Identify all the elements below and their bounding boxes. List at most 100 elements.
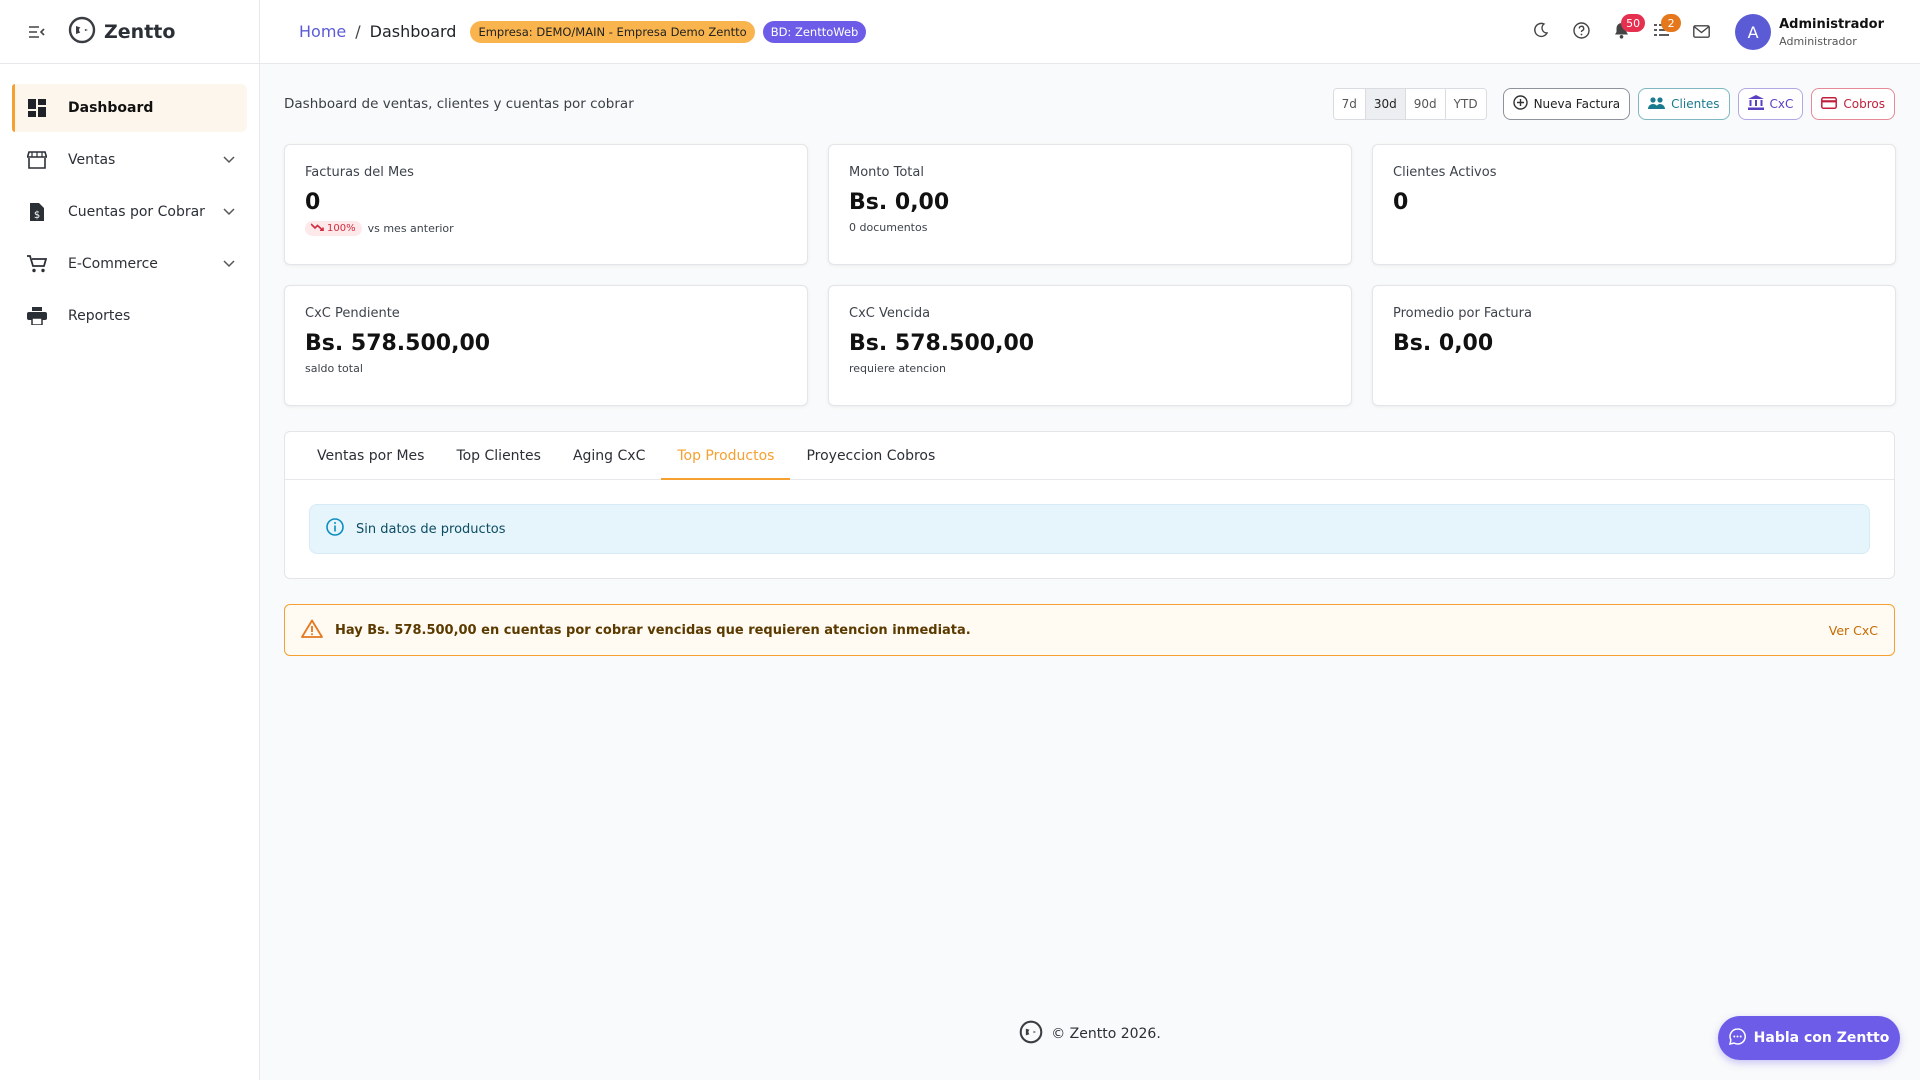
chevron-down-icon[interactable] [217, 252, 241, 276]
kpi-sub-label: 0 documentos [849, 221, 928, 234]
clients-label: Clientes [1671, 97, 1720, 111]
trending-down-icon [310, 223, 324, 234]
sidebar-item-dashboard[interactable]: Dashboard [12, 84, 247, 132]
sidebar-header: Zentto [0, 0, 259, 64]
kpi-value: Bs. 0,00 [1393, 331, 1494, 356]
top-header: Home / Dashboard Empresa: DEMO/MAIN - Em… [260, 0, 1920, 64]
kpi-value: Bs. 0,00 [849, 190, 950, 215]
breadcrumb: Home / Dashboard [299, 22, 456, 41]
zentto-logo-icon [68, 16, 96, 48]
footer-copyright: © Zentto 2026. [1051, 1026, 1161, 1042]
sidebar-item-label: Reportes [68, 308, 131, 324]
bank-icon [1747, 95, 1764, 113]
avatar: A [1735, 14, 1772, 50]
sidebar-item-label: Cuentas por Cobrar [68, 204, 205, 220]
kpi-label: Promedio por Factura [1393, 306, 1532, 321]
range-ytd-button[interactable]: YTD [1445, 89, 1486, 119]
app-logo[interactable]: Zentto [68, 16, 175, 48]
app-name: Zentto [104, 20, 176, 43]
kpi-subtext: 100% vs mes anterior [305, 221, 787, 236]
dashboard-toolbar: 7d 30d 90d YTD Nueva Factura Clientes Cx… [1332, 88, 1895, 120]
tab-ventas-por-mes[interactable]: Ventas por Mes [301, 432, 440, 479]
sidebar-item-ventas[interactable]: Ventas [12, 136, 247, 184]
company-chip[interactable]: Empresa: DEMO/MAIN - Empresa Demo Zentto [470, 20, 755, 43]
tasks-button[interactable]: 2 [1641, 12, 1682, 52]
kpi-value: Bs. 578.500,00 [305, 331, 491, 356]
sidebar-item-e-commerce[interactable]: E-Commerce [12, 240, 247, 288]
cxc-button[interactable]: CxC [1737, 88, 1804, 120]
menu-collapse-icon[interactable] [26, 21, 48, 43]
main-content: Dashboard de ventas, clientes y cuentas … [284, 64, 1896, 656]
range-7d-button[interactable]: 7d [1333, 89, 1366, 119]
mail-icon [1692, 23, 1710, 42]
collections-button[interactable]: Cobros [1811, 88, 1895, 120]
tab-aging-cxc[interactable]: Aging CxC [557, 432, 661, 479]
new-invoice-label: Nueva Factura [1533, 97, 1621, 111]
moon-icon [1533, 22, 1549, 42]
receipt-dollar-icon: $ [26, 201, 48, 223]
people-icon [1648, 96, 1666, 112]
kpi-card-clientes-activos: Clientes Activos 0 [1372, 144, 1896, 265]
chat-button[interactable]: Habla con Zentto [1718, 1016, 1900, 1060]
user-role: Administrador [1779, 34, 1857, 48]
zentto-logo-icon [1019, 1020, 1043, 1048]
collections-label: Cobros [1843, 97, 1885, 111]
dark-mode-toggle[interactable] [1521, 12, 1561, 52]
kpi-grid: Facturas del Mes 0 100% vs mes anterior … [284, 144, 1896, 406]
info-message: Sin datos de productos [356, 521, 506, 537]
sidebar-item-cuentas-por-cobrar[interactable]: $ Cuentas por Cobrar [12, 188, 247, 236]
sidebar-nav: Dashboard Ventas $ Cuentas por Cobrar E-… [0, 64, 259, 340]
tab-top-clientes[interactable]: Top Clientes [440, 432, 557, 479]
notifications-button[interactable]: 50 [1601, 12, 1646, 52]
cart-icon [26, 253, 48, 275]
database-chip[interactable]: BD: ZenttoWeb [762, 20, 867, 43]
delta-badge: 100% [305, 221, 362, 236]
overdue-alert: Hay Bs. 578.500,00 en cuentas por cobrar… [284, 604, 1895, 656]
user-info: Administrador Administrador [1779, 17, 1884, 48]
kpi-card-promedio-factura: Promedio por Factura Bs. 0,00 [1372, 285, 1896, 406]
help-button[interactable] [1561, 12, 1601, 52]
chevron-down-icon[interactable] [217, 148, 241, 172]
breadcrumb-home-link[interactable]: Home [299, 22, 346, 41]
analytics-tabs-card: Ventas por Mes Top Clientes Aging CxC To… [284, 431, 1895, 579]
range-30d-button[interactable]: 30d [1365, 89, 1406, 119]
chat-label: Habla con Zentto [1753, 1030, 1890, 1046]
chevron-down-icon[interactable] [217, 200, 241, 224]
new-invoice-button[interactable]: Nueva Factura [1502, 88, 1631, 120]
tab-proyeccion-cobros[interactable]: Proyeccion Cobros [790, 432, 951, 479]
messages-button[interactable] [1681, 12, 1721, 52]
credit-card-icon [1821, 96, 1838, 112]
page-subtitle: Dashboard de ventas, clientes y cuentas … [284, 96, 634, 112]
user-name: Administrador [1779, 16, 1884, 32]
header-actions: 50 2 A Administrador Administrador [1521, 0, 1884, 64]
breadcrumb-separator: / [355, 22, 361, 41]
kpi-card-cxc-pendiente: CxC Pendiente Bs. 578.500,00 saldo total [284, 285, 808, 406]
info-icon [326, 518, 344, 540]
help-icon [1572, 21, 1590, 43]
sidebar: Zentto Dashboard Ventas $ Cuentas por Co… [0, 0, 260, 1080]
printer-icon [26, 305, 48, 327]
kpi-label: Facturas del Mes [305, 165, 414, 180]
kpi-value: 0 [1393, 190, 1409, 215]
kpi-card-facturas: Facturas del Mes 0 100% vs mes anterior [284, 144, 808, 265]
clients-button[interactable]: Clientes [1638, 88, 1730, 120]
date-range-group: 7d 30d 90d YTD [1332, 88, 1487, 120]
warning-icon [301, 619, 323, 642]
sidebar-item-reportes[interactable]: Reportes [12, 292, 247, 340]
kpi-label: CxC Vencida [849, 306, 931, 321]
view-cxc-link[interactable]: Ver CxC [1829, 623, 1878, 638]
kpi-sub-label: vs mes anterior [367, 222, 454, 235]
range-90d-button[interactable]: 90d [1405, 89, 1446, 119]
svg-text:$: $ [34, 210, 40, 221]
chat-bubble-icon [1728, 1027, 1746, 1049]
kpi-label: Monto Total [849, 165, 924, 180]
sidebar-item-label: Ventas [68, 152, 116, 168]
user-menu[interactable]: A Administrador Administrador [1735, 14, 1884, 50]
sidebar-item-label: Dashboard [68, 100, 154, 116]
kpi-label: CxC Pendiente [305, 306, 400, 321]
plus-circle-icon [1512, 95, 1528, 113]
tab-top-productos[interactable]: Top Productos [661, 432, 791, 480]
dashboard-toolbar-row: Dashboard de ventas, clientes y cuentas … [284, 64, 1895, 144]
kpi-card-cxc-vencida: CxC Vencida Bs. 578.500,00 requiere aten… [828, 285, 1352, 406]
kpi-value: 0 [305, 190, 321, 215]
